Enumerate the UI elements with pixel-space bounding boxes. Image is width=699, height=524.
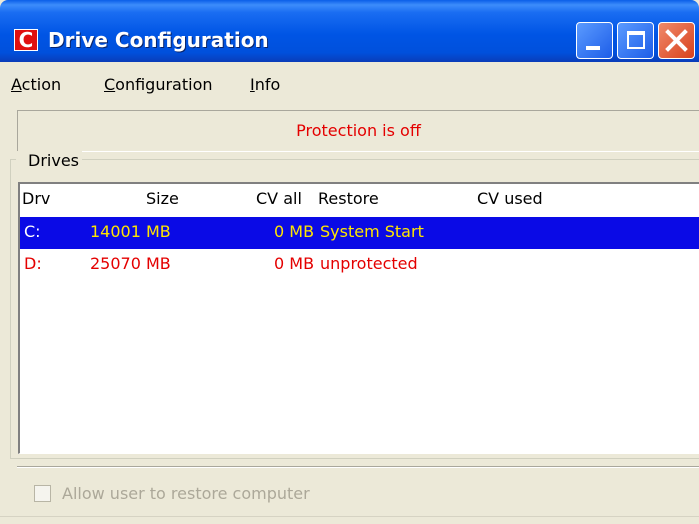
maximize-button[interactable] bbox=[617, 22, 654, 59]
menu-bar: Action Configuration Info bbox=[0, 62, 699, 100]
menu-action-mnemonic: A bbox=[11, 75, 22, 94]
column-header-restore[interactable]: Restore bbox=[318, 189, 379, 208]
drive-row-d[interactable]: D: 25070 MB 0 MB unprotected bbox=[20, 249, 699, 281]
drive-cv-all: 0 MB bbox=[274, 254, 315, 273]
column-header-size[interactable]: Size bbox=[146, 189, 179, 208]
bottom-divider bbox=[0, 516, 699, 517]
menu-info-rest: nfo bbox=[254, 75, 281, 94]
separator bbox=[17, 466, 699, 468]
menu-action-rest: ction bbox=[21, 75, 62, 94]
protection-status-text: Protection is off bbox=[296, 121, 421, 140]
drives-group-label: Drives bbox=[16, 151, 82, 170]
app-icon[interactable]: C bbox=[14, 29, 38, 51]
menu-configuration-mnemonic: C bbox=[104, 75, 116, 94]
close-button[interactable] bbox=[658, 22, 695, 59]
drive-restore: System Start bbox=[320, 222, 424, 241]
allow-restore-checkbox[interactable] bbox=[34, 485, 51, 502]
window-title: Drive Configuration bbox=[48, 28, 269, 52]
title-bar[interactable]: C Drive Configuration bbox=[0, 0, 699, 62]
menu-info[interactable]: Info bbox=[250, 75, 280, 94]
allow-restore-label: Allow user to restore computer bbox=[62, 484, 310, 503]
drive-configuration-window: C Drive Configuration Action Configurati… bbox=[0, 0, 699, 524]
close-icon bbox=[665, 29, 688, 52]
drive-letter: D: bbox=[24, 254, 42, 273]
column-header-drv[interactable]: Drv bbox=[22, 189, 50, 208]
minimize-button[interactable] bbox=[576, 22, 613, 59]
drive-row-c[interactable]: C: 14001 MB 0 MB System Start bbox=[20, 217, 699, 249]
status-panel: Protection is off bbox=[17, 110, 699, 152]
maximize-icon bbox=[627, 31, 645, 49]
drive-letter: C: bbox=[24, 222, 41, 241]
list-header: Drv Size CV all Restore CV used bbox=[20, 184, 699, 216]
drive-restore: unprotected bbox=[320, 254, 418, 273]
menu-configuration[interactable]: Configuration bbox=[104, 75, 213, 94]
drives-list[interactable]: Drv Size CV all Restore CV used C: 14001… bbox=[18, 182, 699, 454]
menu-action[interactable]: Action bbox=[11, 75, 61, 94]
drive-size: 25070 MB bbox=[90, 254, 171, 273]
minimize-icon bbox=[586, 46, 600, 50]
column-header-cv-all[interactable]: CV all bbox=[256, 189, 302, 208]
column-header-cv-used[interactable]: CV used bbox=[477, 189, 543, 208]
drive-size: 14001 MB bbox=[90, 222, 171, 241]
menu-configuration-rest: onfiguration bbox=[115, 75, 213, 94]
drive-cv-all: 0 MB bbox=[274, 222, 315, 241]
